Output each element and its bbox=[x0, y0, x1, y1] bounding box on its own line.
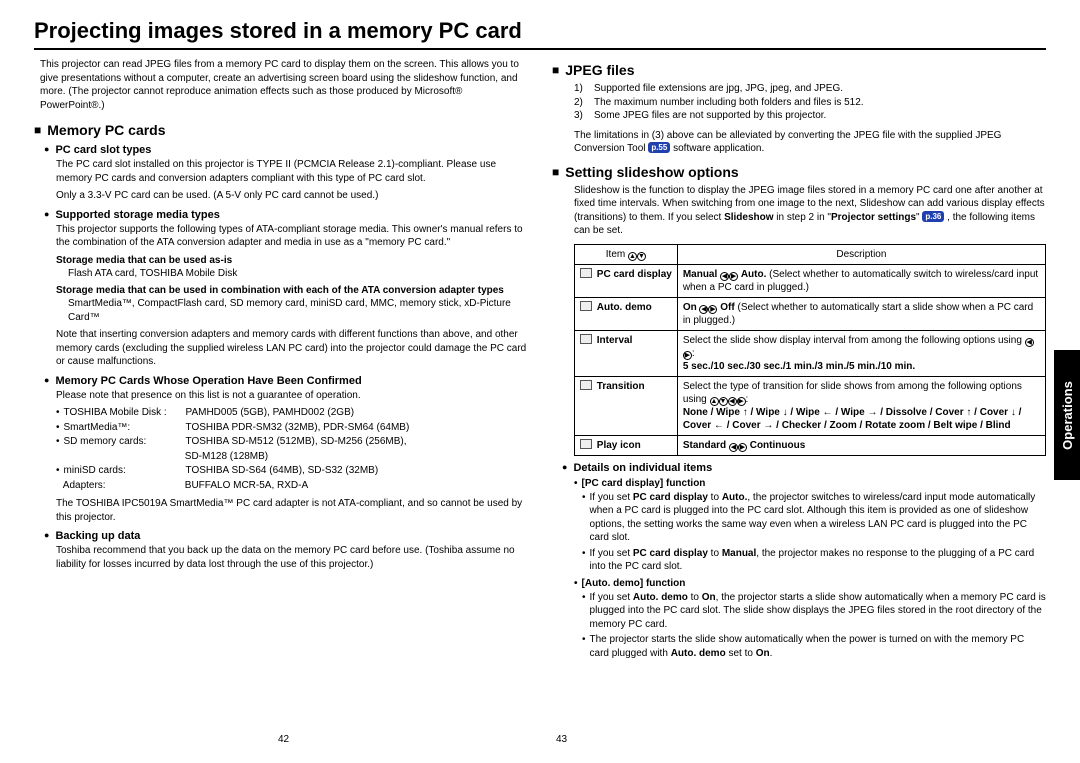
confirmed-row: •SmartMedia™:TOSHIBA PDR-SM32 (32MB), PD… bbox=[56, 421, 528, 436]
detail-item: •The projector starts the slide show aut… bbox=[582, 633, 1046, 660]
detail-item: •If you set PC card display to Manual, t… bbox=[582, 547, 1046, 574]
subhead-confirmed: Memory PC Cards Whose Operation Have Bee… bbox=[44, 375, 528, 387]
storage-asis-title: Storage media that can be used as-is bbox=[56, 254, 528, 267]
down-arrow-icon: ▼ bbox=[637, 252, 646, 261]
jpeg-list: 1)Supported file extensions are jpg, JPG… bbox=[574, 82, 1046, 123]
subhead-details: Details on individual items bbox=[562, 462, 1046, 474]
page-title: Projecting images stored in a memory PC … bbox=[34, 18, 1046, 50]
auto-demo-icon bbox=[580, 301, 592, 311]
slideshow-intro: Slideshow is the function to display the… bbox=[574, 184, 1046, 238]
left-column: This projector can read JPEG files from … bbox=[34, 58, 528, 660]
confirmed-row: SD-M128 (128MB) bbox=[56, 450, 528, 465]
table-row: Auto. demo On ◀▶ Off (Select whether to … bbox=[575, 297, 1046, 330]
side-tab-operations: Operations bbox=[1054, 350, 1080, 480]
confirmed-row: •miniSD cards:TOSHIBA SD-S64 (64MB), SD-… bbox=[56, 464, 528, 479]
detail-auto-head: [Auto. demo] function bbox=[574, 578, 1046, 589]
table-row: Play icon Standard ◀▶ Continuous bbox=[575, 435, 1046, 455]
intro-paragraph: This projector can read JPEG files from … bbox=[34, 58, 528, 112]
storage-note: Note that inserting conversion adapters … bbox=[56, 328, 528, 369]
pc-card-icon bbox=[580, 268, 592, 278]
section-memory-pc-cards: Memory PC cards bbox=[34, 122, 528, 138]
storage-combo-body: SmartMedia™, CompactFlash card, SD memor… bbox=[68, 297, 528, 324]
confirmed-row: •TOSHIBA Mobile Disk :PAMHD005 (5GB), PA… bbox=[56, 406, 528, 421]
interval-icon bbox=[580, 334, 592, 344]
storage-combo-title: Storage media that can be used in combin… bbox=[56, 284, 528, 297]
table-row: Transition Select the type of transition… bbox=[575, 376, 1046, 435]
confirmed-note: The TOSHIBA IPC5019A SmartMedia™ PC card… bbox=[56, 497, 528, 524]
storage-body: This projector supports the following ty… bbox=[56, 223, 528, 250]
detail-pc-head: [PC card display] function bbox=[574, 478, 1046, 489]
confirmed-row: Adapters:BUFFALO MCR-5A, RXD-A bbox=[56, 479, 528, 494]
subhead-storage-types: Supported storage media types bbox=[44, 209, 528, 221]
page-number-left: 42 bbox=[278, 734, 289, 745]
transition-icon bbox=[580, 380, 592, 390]
settings-table: Item ▲▼ Description PC card display Manu… bbox=[574, 244, 1046, 456]
play-icon-icon bbox=[580, 439, 592, 449]
detail-item: •If you set Auto. demo to On, the projec… bbox=[582, 591, 1046, 632]
detail-item: •If you set PC card display to Auto., th… bbox=[582, 491, 1046, 545]
subhead-slot-types: PC card slot types bbox=[44, 144, 528, 156]
up-arrow-icon: ▲ bbox=[628, 252, 637, 261]
section-jpeg-files: JPEG files bbox=[552, 62, 1046, 78]
page-ref-icon: p.36 bbox=[922, 211, 944, 222]
confirmed-intro: Please note that presence on this list i… bbox=[56, 389, 528, 403]
confirmed-row: •SD memory cards:TOSHIBA SD-M512 (512MB)… bbox=[56, 435, 528, 450]
subhead-backup: Backing up data bbox=[44, 530, 528, 542]
storage-asis-body: Flash ATA card, TOSHIBA Mobile Disk bbox=[68, 267, 528, 281]
page-ref-icon: p.55 bbox=[648, 142, 670, 153]
page-number-right: 43 bbox=[556, 734, 567, 745]
table-row: PC card display Manual ◀▶ Auto. (Select … bbox=[575, 264, 1046, 297]
backup-body: Toshiba recommend that you back up the d… bbox=[56, 544, 528, 571]
slot-note: Only a 3.3-V PC card can be used. (A 5-V… bbox=[56, 189, 528, 203]
right-column: JPEG files 1)Supported file extensions a… bbox=[552, 58, 1046, 660]
table-row: Interval Select the slide show display i… bbox=[575, 330, 1046, 376]
slot-body: The PC card slot installed on this proje… bbox=[56, 158, 528, 185]
section-slideshow: Setting slideshow options bbox=[552, 164, 1046, 180]
jpeg-post-note: The limitations in (3) above can be alle… bbox=[574, 129, 1046, 156]
